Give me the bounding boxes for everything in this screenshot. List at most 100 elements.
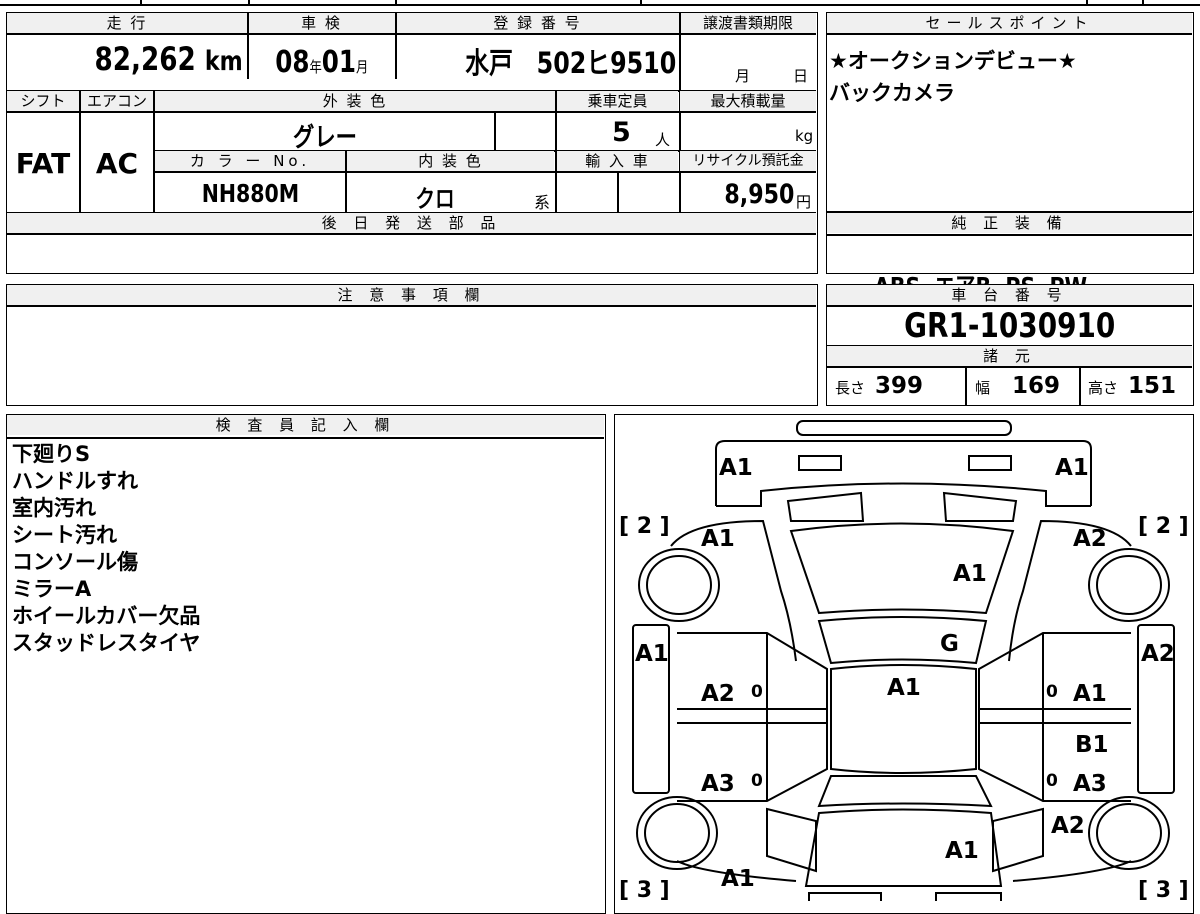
specs-row: 長さ 399 幅 169 高さ 151 xyxy=(827,367,1192,405)
inspector-note: スタッドレスタイヤ xyxy=(12,631,201,655)
sales-points-header: セールスポイント xyxy=(827,13,1192,33)
width-value: 169 xyxy=(1012,373,1061,399)
max-load-unit: kg xyxy=(795,127,814,145)
width-spec: 幅 169 xyxy=(975,367,1060,405)
transfer-month-label: 月 xyxy=(735,67,751,85)
transfer-day-label: 日 xyxy=(793,67,809,85)
mileage-unit: km xyxy=(205,46,243,77)
diag-right-rear-fender: A2 xyxy=(1051,813,1085,839)
height-spec: 高さ 151 xyxy=(1088,367,1176,405)
color-no-header: カ ラ ー No. xyxy=(155,151,345,171)
color-no-value: NH880M xyxy=(155,179,345,208)
inspector-note: 室内汚れ xyxy=(12,496,96,520)
vehicle-info-table: 走 行 車 検 登 録 番 号 譲渡書類期限 82,262 km 08年01月 … xyxy=(6,12,818,274)
top-edge-strip xyxy=(0,0,1200,6)
diag-hood: A1 xyxy=(953,561,987,587)
diag-roof: A1 xyxy=(887,675,921,701)
inspector-note: ハンドルすれ xyxy=(12,469,138,493)
diag-tire-front-right: [ 2 ] xyxy=(1138,514,1189,539)
exterior-header: 外 装 色 xyxy=(155,91,555,111)
recycle-value: 8,950 xyxy=(680,179,794,210)
notes-header: 注 意 事 項 欄 xyxy=(7,285,816,305)
chassis-number-text: GR1-1030910 xyxy=(903,306,1116,346)
inspector-notes-list: 下廻りS ハンドルすれ 室内汚れ シート汚れ コンソール傷 ミラーA ホイールカ… xyxy=(12,441,200,657)
damage-diagram-box: A1 A1 [ 2 ] [ 2 ] A1 A2 A1 G A1 A1 A2 A2… xyxy=(614,414,1194,914)
diag-left-front-door: A2 xyxy=(701,681,735,707)
diag-zero-lf: 0 xyxy=(751,682,763,702)
year-unit: 年 xyxy=(309,58,322,76)
car-diagram: A1 A1 [ 2 ] [ 2 ] A1 A2 A1 G A1 A1 A2 A2… xyxy=(619,420,1189,901)
registration-header: 登 録 番 号 xyxy=(396,13,679,33)
chassis-box: 車 台 番 号 GR1-1030910 諸 元 長さ 399 幅 169 高さ 151 xyxy=(826,284,1194,406)
length-label: 長さ xyxy=(835,379,866,397)
recycle-text: 8,950 xyxy=(723,179,794,210)
mileage-value-cell: 82,262 km xyxy=(7,41,243,80)
inspector-header: 検 査 員 記 入 欄 xyxy=(7,415,604,435)
capacity-header: 乗車定員 xyxy=(557,91,678,111)
chassis-header: 車 台 番 号 xyxy=(827,285,1192,305)
diag-left-rear-door: A3 xyxy=(701,771,735,797)
later-parts-header: 後 日 発 送 部 品 xyxy=(7,213,816,233)
notes-box: 注 意 事 項 欄 xyxy=(6,284,818,406)
import-header: 輸 入 車 xyxy=(557,151,678,171)
diag-zero-rr: 0 xyxy=(1046,771,1058,791)
inspection-header: 車 検 xyxy=(248,13,395,33)
interior-suffix: 系 xyxy=(534,193,551,212)
diag-left-mirror: A1 xyxy=(635,641,669,667)
mileage-header: 走 行 xyxy=(7,13,247,33)
diag-left-rear-quarter: A1 xyxy=(721,866,755,892)
mileage-value: 82,262 xyxy=(94,40,197,78)
specs-header: 諸 元 xyxy=(827,346,1192,366)
length-spec: 長さ 399 xyxy=(835,367,923,405)
capacity-unit: 人 xyxy=(655,131,671,149)
sales-point-2: バックカメラ xyxy=(829,81,955,105)
max-load-header: 最大積載量 xyxy=(680,91,816,111)
shift-value: FAT xyxy=(15,147,71,180)
diag-zero-rf: 0 xyxy=(1046,682,1058,702)
aircon-header: エアコン xyxy=(81,91,153,111)
diag-right-front-door: A1 xyxy=(1073,681,1107,707)
length-value: 399 xyxy=(875,373,924,399)
registration-value: 水戸 502ヒ9510 xyxy=(396,45,676,81)
height-value: 151 xyxy=(1128,373,1177,399)
recycle-header: リサイクル預託金 xyxy=(680,151,816,171)
month-unit: 月 xyxy=(355,58,369,76)
height-label: 高さ xyxy=(1088,379,1119,397)
diag-zero-lr: 0 xyxy=(751,771,763,791)
inspection-month: 01 xyxy=(321,45,356,80)
registration-text: 水戸 502ヒ9510 xyxy=(465,46,676,80)
inspector-box: 検 査 員 記 入 欄 下廻りS ハンドルすれ 室内汚れ シート汚れ コンソール… xyxy=(6,414,606,914)
sales-point-1: ★オークションデビュー★ xyxy=(829,49,1077,73)
inspector-note: シート汚れ xyxy=(12,523,117,547)
inspector-note: ミラーA xyxy=(12,577,92,601)
shift-header: シフト xyxy=(7,91,79,111)
diag-right-step: B1 xyxy=(1075,732,1109,758)
exterior-text: グレー xyxy=(293,123,357,153)
width-label: 幅 xyxy=(975,379,991,397)
transfer-header: 譲渡書類期限 xyxy=(680,13,816,33)
diag-front-left-corner: A1 xyxy=(719,455,753,481)
diag-right-rear-door: A3 xyxy=(1073,771,1107,797)
inspector-note: コンソール傷 xyxy=(12,550,138,574)
inspector-note: 下廻りS xyxy=(12,442,91,466)
interior-text: クロ xyxy=(414,185,455,213)
capacity-value: 5 xyxy=(612,117,631,148)
diag-right-mirror: A2 xyxy=(1141,641,1175,667)
aircon-value: AC xyxy=(95,147,139,180)
diag-tire-rear-right: [ 3 ] xyxy=(1138,878,1189,901)
recycle-unit: 円 xyxy=(796,193,812,211)
equipment-header: 純 正 装 備 xyxy=(827,213,1192,233)
interior-value: クロ xyxy=(347,179,522,214)
diag-front-left-fender: A1 xyxy=(701,526,735,552)
inspector-note: ホイールカバー欠品 xyxy=(12,604,201,628)
diag-tire-front-left: [ 2 ] xyxy=(619,514,670,539)
diag-front-right-fender: A2 xyxy=(1073,526,1107,552)
chassis-number: GR1-1030910 xyxy=(827,307,1192,345)
inspection-year: 08 xyxy=(274,45,310,80)
inspection-value-cell: 08年01月 xyxy=(248,45,395,85)
exterior-value: グレー xyxy=(155,117,495,154)
interior-header: 内 装 色 xyxy=(347,151,554,171)
sales-points-box: セールスポイント ★オークションデビュー★ バックカメラ xyxy=(826,12,1194,212)
diag-windshield: G xyxy=(940,631,959,657)
diag-tire-rear-left: [ 3 ] xyxy=(619,878,670,901)
